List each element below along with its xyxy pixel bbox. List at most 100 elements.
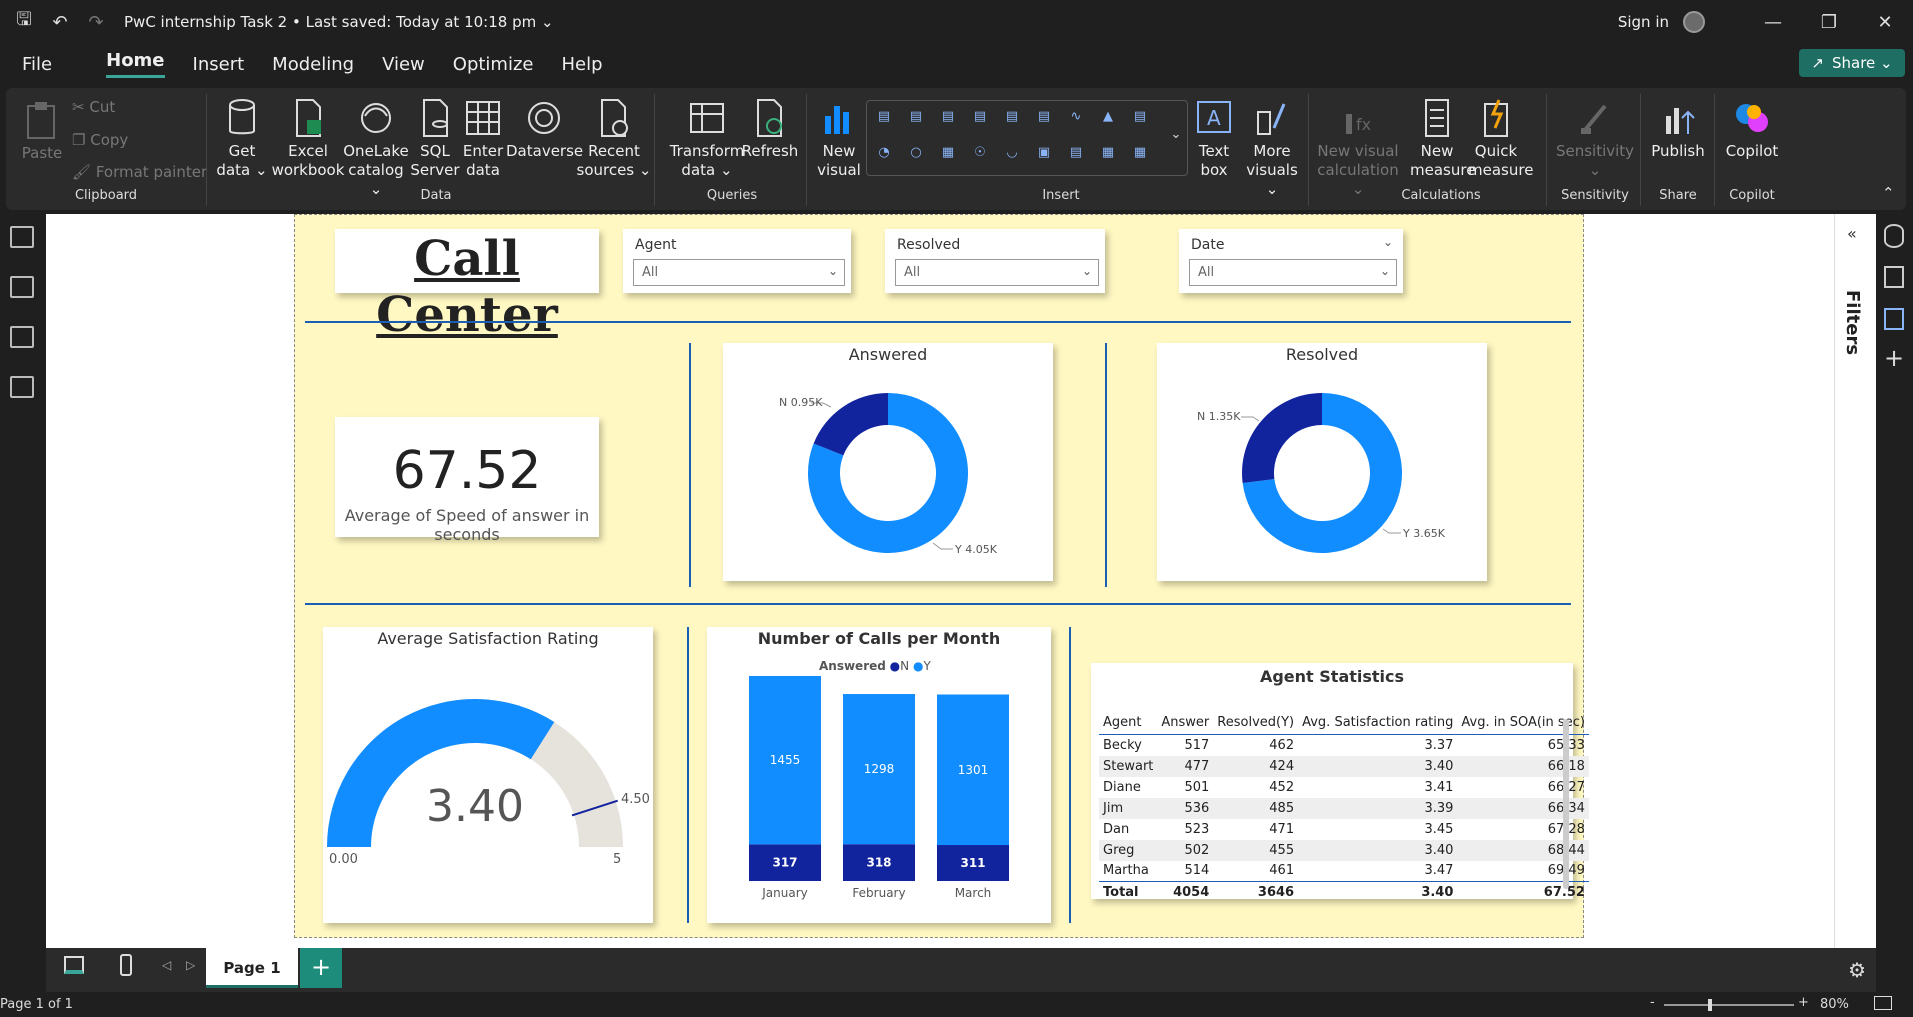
redo-icon[interactable]: ↷	[78, 12, 114, 33]
recent-sources-button[interactable]: Recent sources ⌄	[576, 98, 652, 180]
satisfaction-gauge-card[interactable]: Average Satisfaction Rating 3.40 0.00 5 …	[323, 627, 653, 923]
title-card[interactable]: Call Center	[335, 229, 599, 343]
gauge-icon[interactable]: ◡	[1001, 145, 1023, 163]
copilot-button[interactable]: Copilot	[1722, 98, 1782, 161]
zoom-slider[interactable]	[1664, 1004, 1794, 1006]
table-view-icon[interactable]	[10, 276, 34, 298]
clustered-column-icon[interactable]: ▤	[1001, 109, 1023, 127]
zoom-out-button[interactable]: -	[1650, 995, 1655, 1010]
bar-chart-icon[interactable]: ▤	[873, 109, 895, 127]
kpi-card[interactable]: 67.52 Average of Speed of answer in seco…	[335, 417, 599, 544]
format-painter-button[interactable]: 🖌 Format painter	[72, 163, 207, 181]
column-header[interactable]: Answer	[1157, 711, 1214, 735]
table-row[interactable]: Stewart4774243.4066.18	[1099, 755, 1589, 777]
copy-button[interactable]: ❐ Copy	[72, 131, 128, 149]
quick-measure-button[interactable]: Quick measure	[1468, 98, 1533, 180]
visual-gallery[interactable]: ▤ ▤ ▤ ▤ ▤ ▤ ∿ ▲ ▤ ◔ ○ ▦ ☉ ◡ ▣ ▤ ▦ ▦ ⌄	[866, 100, 1188, 176]
text-box-button[interactable]: A Text box	[1194, 98, 1234, 180]
treemap-icon[interactable]: ▦	[937, 145, 959, 163]
ribbon-chart-icon[interactable]: ▤	[1129, 109, 1151, 127]
new-visual-button[interactable]: New visual	[812, 98, 866, 180]
resolved-dropdown[interactable]: All ⌄	[895, 259, 1099, 286]
undo-icon[interactable]: ↶	[42, 12, 78, 33]
table-row[interactable]: Diane 501 452 3.4166.27	[1099, 777, 1589, 798]
line-chart-icon[interactable]: ∿	[1065, 109, 1087, 127]
area-chart-icon[interactable]: ▲	[1097, 109, 1119, 127]
stacked-bar-icon[interactable]: ▤	[905, 109, 927, 127]
answered-donut-card[interactable]: Answered N 0.95K Y 4.05K	[723, 343, 1053, 581]
onelake-catalog-button[interactable]: OneLake catalog ⌄	[340, 98, 412, 199]
map-icon[interactable]: ☉	[969, 145, 991, 163]
donut-chart-icon[interactable]: ○	[905, 145, 927, 163]
date-slicer[interactable]: Date ⌄ All ⌄	[1179, 229, 1403, 293]
agent-statistics-table[interactable]: Agent Statistics Agent Answer Resolved(Y…	[1091, 663, 1589, 903]
report-view-icon[interactable]	[10, 226, 34, 248]
cut-button[interactable]: ✂ Cut	[72, 98, 115, 116]
share-button[interactable]: ↗ Share ⌄	[1799, 49, 1905, 77]
table-row[interactable]: Dan 523 471 3.4567.28	[1099, 819, 1589, 840]
gallery-expand-icon[interactable]: ⌄	[1165, 127, 1187, 145]
publish-button[interactable]: Publish	[1646, 98, 1710, 161]
add-page-button[interactable]: +	[300, 948, 342, 988]
settings-icon[interactable]: ⚙	[1848, 958, 1866, 982]
minimize-button[interactable]: —	[1745, 12, 1801, 33]
column-header[interactable]: Agent	[1099, 711, 1158, 735]
table-visual-icon[interactable]: ▦	[1097, 145, 1119, 163]
expand-filters-icon[interactable]: «	[1847, 224, 1857, 243]
zoom-in-button[interactable]: +	[1798, 995, 1809, 1010]
menu-optimize[interactable]: Optimize	[453, 54, 534, 75]
desktop-layout-icon[interactable]	[64, 956, 84, 974]
table-row[interactable]: Martha 514 461 3.4769.49	[1099, 861, 1589, 882]
document-title[interactable]: PwC internship Task 2 • Last saved: Toda…	[124, 13, 554, 31]
zoom-slider-thumb[interactable]	[1708, 999, 1712, 1011]
menu-view[interactable]: View	[382, 54, 425, 75]
get-data-button[interactable]: Get data ⌄	[214, 98, 270, 180]
restore-button[interactable]: ❐	[1801, 12, 1857, 33]
dax-query-view-icon[interactable]	[10, 376, 34, 398]
collapse-ribbon-icon[interactable]: ⌃	[1882, 184, 1895, 202]
new-measure-button[interactable]: New measure	[1410, 98, 1475, 180]
agent-dropdown[interactable]: All ⌄	[633, 259, 845, 286]
build-visual-icon[interactable]	[1884, 266, 1904, 288]
sql-server-button[interactable]: SQL Server	[410, 98, 460, 180]
save-icon[interactable]: 🖫	[6, 7, 42, 37]
format-visual-icon[interactable]	[1884, 308, 1904, 330]
prev-page-icon[interactable]: ◁	[162, 958, 171, 972]
close-button[interactable]: ✕	[1857, 12, 1913, 33]
menu-modeling[interactable]: Modeling	[272, 54, 354, 75]
data-pane-icon[interactable]	[1884, 224, 1904, 248]
mobile-layout-icon[interactable]	[120, 954, 132, 976]
calls-per-month-card[interactable]: Number of Calls per Month Answered ●N ●Y…	[707, 627, 1051, 923]
table-row[interactable]: Jim5364853.3966.34	[1099, 797, 1589, 819]
agent-slicer[interactable]: Agent All ⌄	[623, 229, 851, 293]
date-dropdown[interactable]: All ⌄	[1189, 259, 1397, 286]
combo-chart-icon[interactable]: ▤	[1033, 109, 1055, 127]
column-header[interactable]: Avg. Satisfaction rating	[1298, 711, 1458, 735]
pie-chart-icon[interactable]: ◔	[873, 145, 895, 163]
add-pane-icon[interactable]: +	[1884, 344, 1904, 372]
chevron-down-icon[interactable]: ⌄	[1383, 235, 1393, 249]
resolved-donut-card[interactable]: Resolved N 1.35K Y 3.65K	[1157, 343, 1487, 581]
refresh-button[interactable]: Refresh	[740, 98, 800, 161]
menu-home[interactable]: Home	[106, 50, 165, 78]
more-visuals-button[interactable]: More visuals ⌄	[1242, 98, 1302, 199]
page-tab[interactable]: Page 1	[206, 948, 298, 988]
next-page-icon[interactable]: ▷	[186, 958, 195, 972]
sensitivity-button[interactable]: Sensitivity ⌄	[1554, 98, 1636, 180]
card-icon[interactable]: ▣	[1033, 145, 1055, 163]
dataverse-button[interactable]: Dataverse	[506, 98, 583, 161]
enter-data-button[interactable]: Enter data	[458, 98, 508, 180]
kpi-icon[interactable]: ▤	[1065, 145, 1087, 163]
sign-in-link[interactable]: Sign in	[1618, 13, 1669, 31]
scrollbar[interactable]	[1563, 719, 1569, 889]
menu-file[interactable]: File	[22, 54, 52, 75]
menu-insert[interactable]: Insert	[193, 54, 245, 75]
matrix-icon[interactable]: ▦	[1129, 145, 1151, 163]
column-header[interactable]: Avg. in SOA(in sec)	[1457, 711, 1589, 735]
excel-workbook-button[interactable]: Excel workbook	[268, 98, 348, 180]
filters-label[interactable]: Filters	[1842, 290, 1863, 355]
table-row[interactable]: Greg5024553.4068.44	[1099, 839, 1589, 861]
column-header[interactable]: Resolved(Y)	[1213, 711, 1299, 735]
fit-to-page-icon[interactable]	[1874, 996, 1892, 1010]
new-visual-calculation-button[interactable]: fx New visual calculation ⌄	[1312, 98, 1404, 199]
